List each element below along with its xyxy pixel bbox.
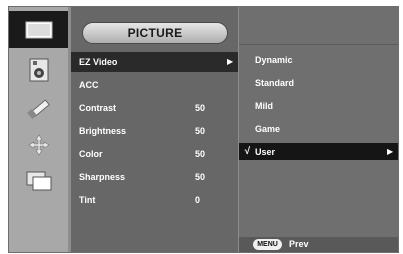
option-game[interactable]: Game [239, 120, 398, 137]
settings-icon [26, 96, 51, 120]
menu-item-label: Tint [79, 195, 96, 205]
category-column [9, 7, 68, 252]
arrow-right-icon: ▶ [227, 57, 234, 66]
menu-item-sharpness[interactable]: Sharpness 50 [71, 167, 238, 187]
menu-item-brightness[interactable]: Brightness 50 [71, 121, 238, 141]
option-dynamic[interactable]: Dynamic [239, 51, 398, 68]
picture-menu-panel: PICTURE EZ Video ▶ ACC Contrast 50 Brigh… [71, 7, 238, 252]
option-user[interactable]: √ User ▶ [239, 143, 398, 160]
menu-button[interactable]: MENU [253, 239, 282, 250]
menu-item-acc[interactable]: ACC [71, 75, 238, 95]
menu-title: PICTURE [82, 22, 228, 44]
menu-item-contrast[interactable]: Contrast 50 [71, 98, 238, 118]
option-label: Dynamic [255, 55, 293, 65]
option-mild[interactable]: Mild [239, 97, 398, 114]
audio-category[interactable] [9, 51, 68, 88]
ez-video-submenu: Dynamic Standard Mild Game √ User ▶ MENU… [239, 7, 398, 252]
pip-category[interactable] [9, 162, 68, 199]
menu-item-value: 50 [195, 172, 206, 182]
menu-item-value: 50 [195, 126, 206, 136]
menu-item-color[interactable]: Color 50 [71, 144, 238, 164]
menu-item-value: 0 [195, 195, 201, 205]
checkmark-icon: √ [244, 146, 250, 157]
picture-icon [25, 21, 53, 39]
osd-menu: PICTURE EZ Video ▶ ACC Contrast 50 Brigh… [8, 6, 399, 253]
position-category[interactable] [9, 126, 68, 163]
menu-item-label: Color [79, 149, 103, 159]
menu-item-value: 50 [195, 103, 206, 113]
submenu-footer: MENU Prev [239, 237, 398, 252]
menu-item-tint[interactable]: Tint 0 [71, 190, 238, 210]
menu-item-label: Sharpness [79, 172, 126, 182]
option-standard[interactable]: Standard [239, 74, 398, 91]
option-label: Standard [255, 78, 295, 88]
menu-item-ez-video[interactable]: EZ Video ▶ [71, 52, 238, 72]
option-label: Mild [255, 101, 273, 111]
menu-item-label: ACC [79, 80, 99, 90]
submenu-header [239, 7, 398, 45]
prev-label: Prev [289, 239, 309, 249]
settings-category[interactable] [9, 89, 68, 126]
option-label: Game [255, 124, 281, 134]
position-icon [27, 133, 51, 157]
pip-icon [26, 171, 52, 191]
menu-item-label: Brightness [79, 126, 127, 136]
menu-item-label: Contrast [79, 103, 117, 113]
menu-item-value: 50 [195, 149, 206, 159]
audio-icon [28, 58, 50, 82]
menu-item-label: EZ Video [79, 57, 118, 67]
picture-category[interactable] [9, 11, 68, 48]
arrow-right-icon: ▶ [387, 147, 394, 156]
option-label: User [255, 147, 276, 157]
